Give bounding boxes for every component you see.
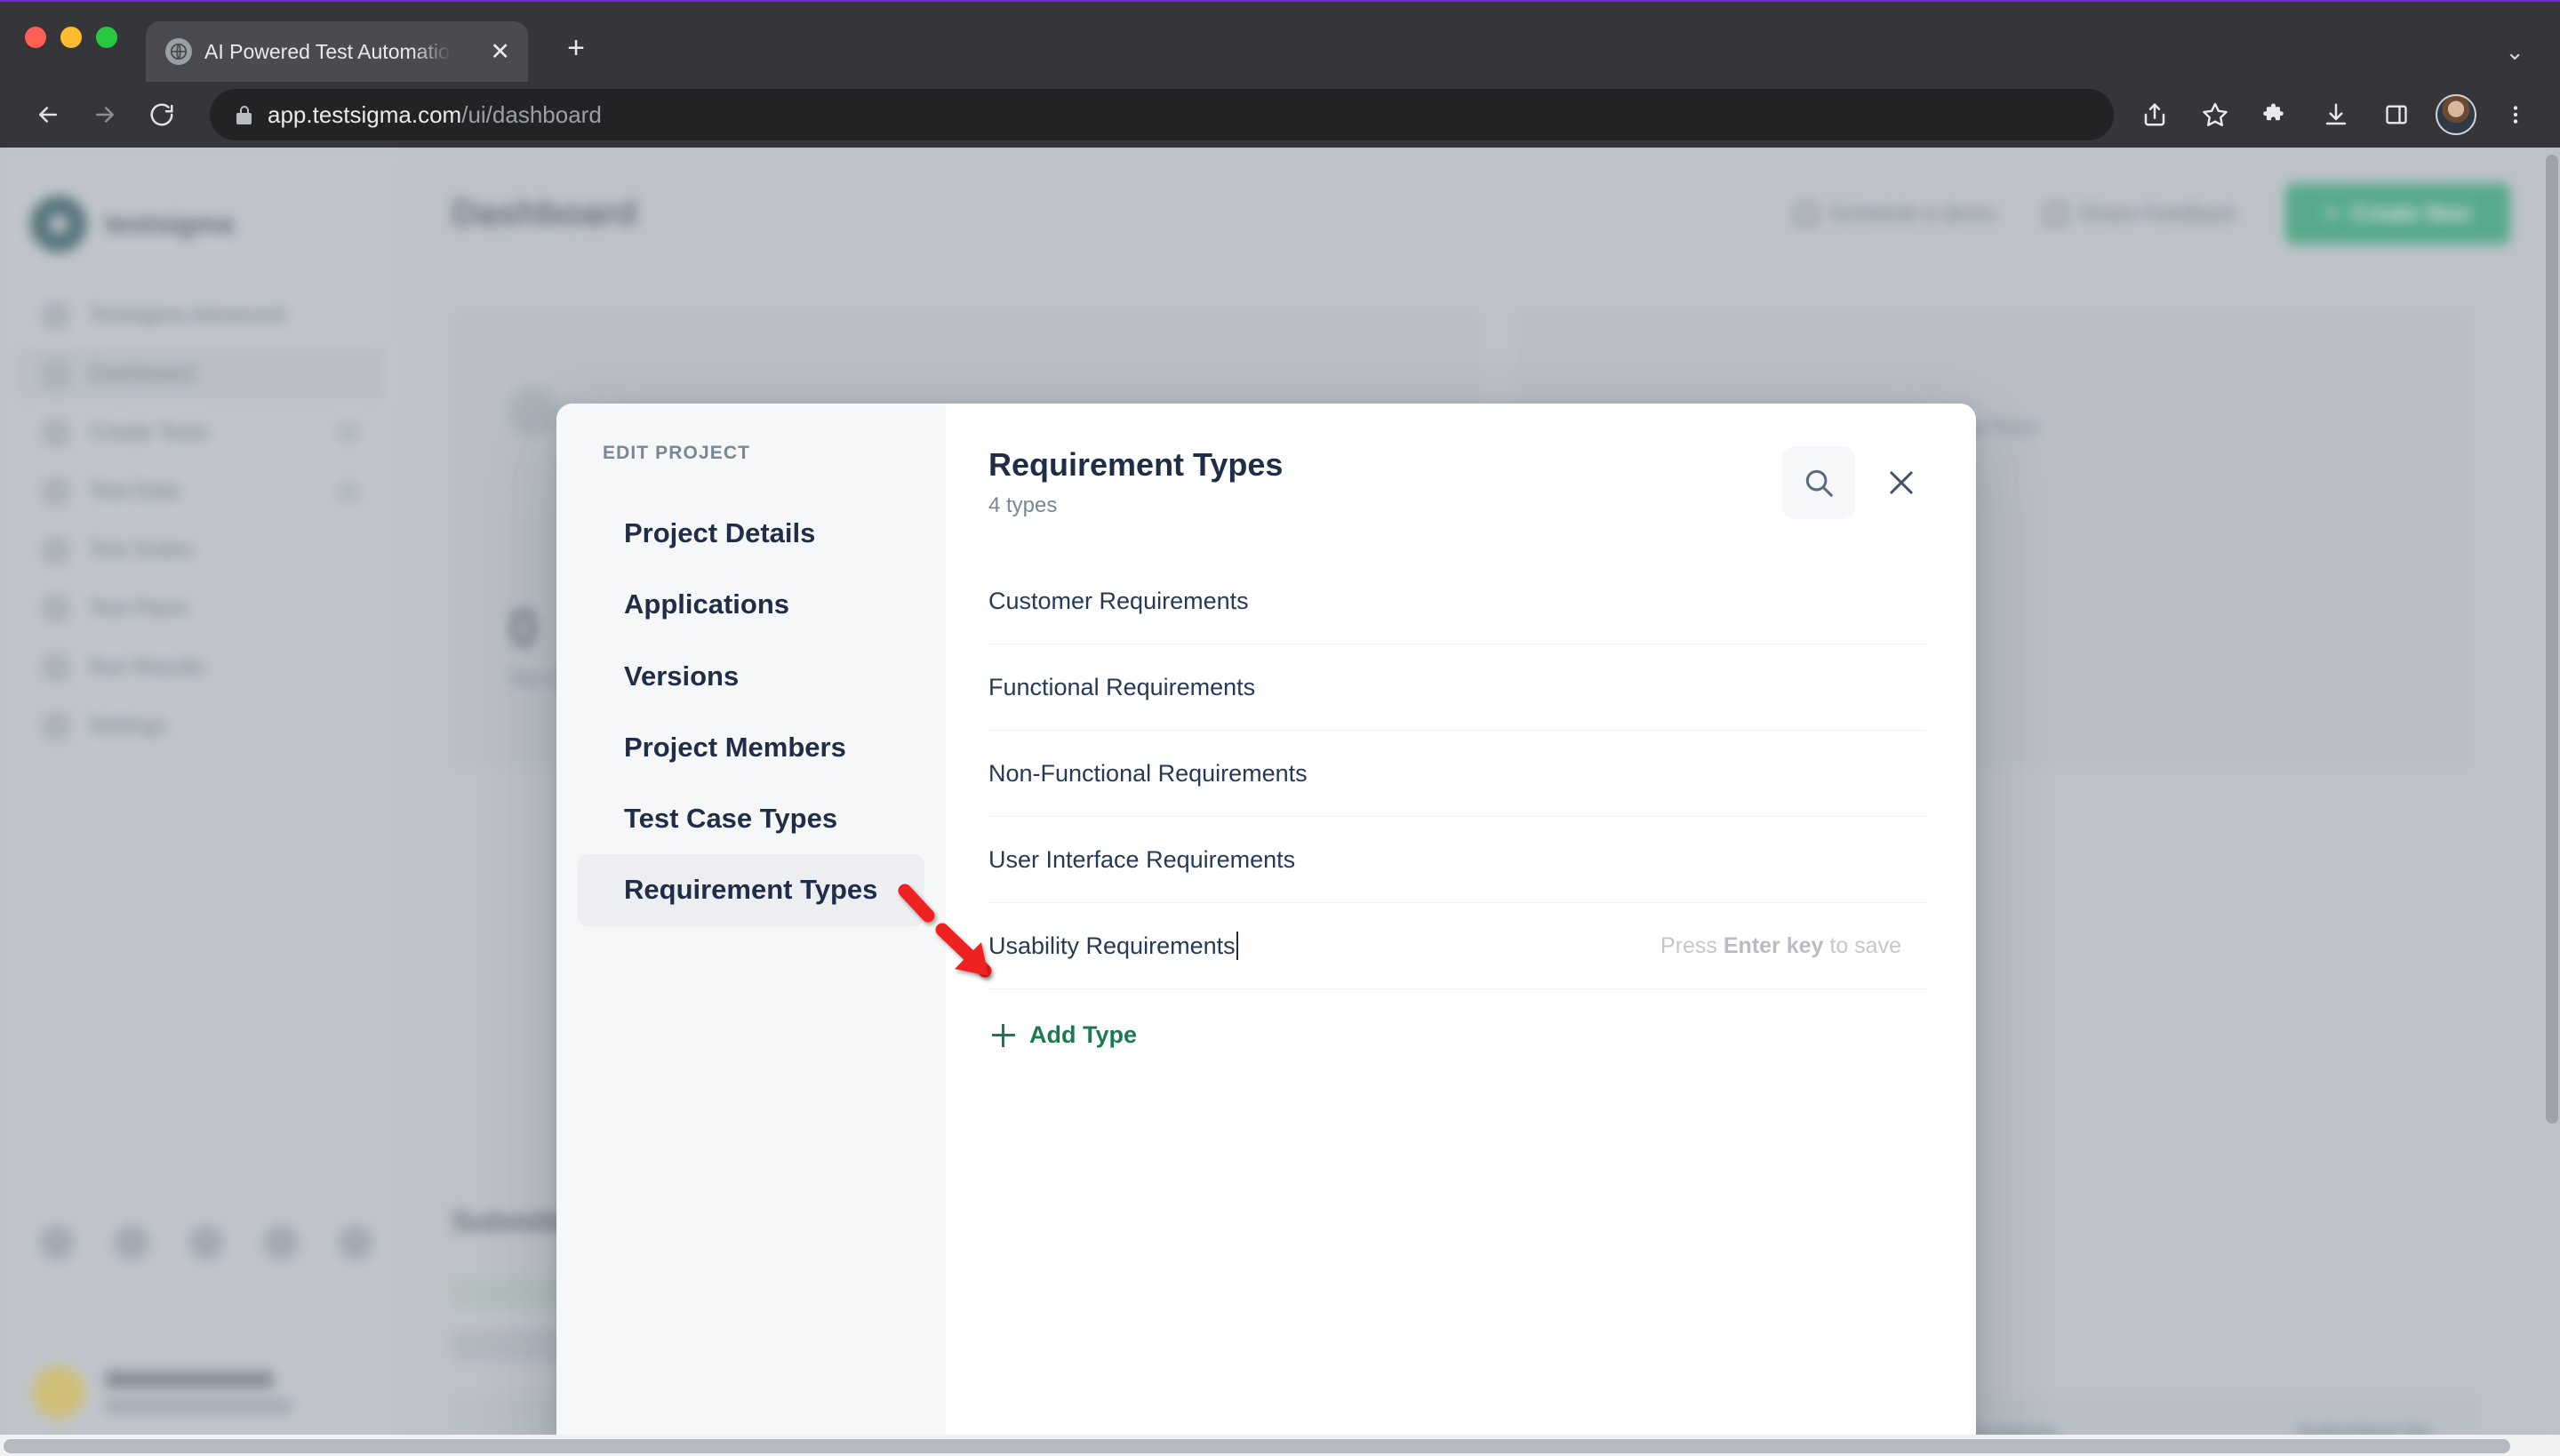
page-viewport: testsigma Testsigma Advanced Dashboard C… bbox=[0, 148, 2560, 1456]
lock-icon bbox=[236, 105, 252, 124]
tab-title: AI Powered Test Automation Pl bbox=[204, 39, 452, 63]
download-icon[interactable] bbox=[2315, 93, 2357, 136]
requirement-type-row[interactable]: Non-Functional Requirements bbox=[988, 731, 1926, 817]
requirement-type-input[interactable]: Usability Requirements bbox=[988, 932, 1236, 960]
kebab-menu-icon[interactable] bbox=[2494, 93, 2537, 136]
toolbar-icons bbox=[2133, 93, 2537, 136]
modal-nav-project-details[interactable]: Project Details bbox=[578, 498, 924, 569]
modal-title: Requirement Types bbox=[988, 446, 1284, 483]
horizontal-scrollbar-track bbox=[0, 1435, 2560, 1456]
modal-nav-requirement-types[interactable]: Requirement Types bbox=[578, 854, 924, 926]
requirement-type-row[interactable]: Functional Requirements bbox=[988, 644, 1926, 731]
horizontal-scrollbar[interactable] bbox=[4, 1439, 2510, 1453]
browser-toolbar: app.testsigma.com/ui/dashboard bbox=[0, 82, 2560, 148]
url-text: app.testsigma.com/ui/dashboard bbox=[268, 101, 602, 129]
window-traffic-lights bbox=[25, 7, 117, 82]
add-type-button[interactable]: Add Type bbox=[988, 989, 1926, 1049]
close-icon[interactable] bbox=[1876, 458, 1926, 508]
modal-subtitle: 4 types bbox=[988, 493, 1058, 517]
modal-nav-versions[interactable]: Versions bbox=[578, 641, 924, 712]
modal-header: Requirement Types 4 types bbox=[988, 446, 1926, 519]
save-hint-suffix: to save bbox=[1823, 932, 1901, 958]
url-host: app.testsigma.com bbox=[268, 100, 462, 128]
save-hint-prefix: Press bbox=[1660, 932, 1724, 958]
new-tab-button[interactable]: + bbox=[558, 30, 594, 66]
modal-body: Requirement Types 4 types Customer Requi… bbox=[946, 404, 1976, 1456]
window-top-strip bbox=[0, 0, 2560, 7]
requirement-type-row[interactable]: User Interface Requirements bbox=[988, 817, 1926, 903]
modal-nav-test-case-types[interactable]: Test Case Types bbox=[578, 783, 924, 854]
profile-avatar[interactable] bbox=[2436, 94, 2476, 135]
url-path: /ui/dashboard bbox=[461, 100, 602, 128]
vertical-scrollbar[interactable] bbox=[2546, 155, 2558, 1124]
maximize-window-button[interactable] bbox=[96, 27, 117, 48]
text-cursor bbox=[1236, 932, 1238, 960]
star-icon[interactable] bbox=[2194, 93, 2236, 136]
plus-icon bbox=[992, 1023, 1015, 1047]
side-panel-icon[interactable] bbox=[2375, 93, 2418, 136]
reload-icon[interactable] bbox=[137, 90, 187, 140]
modal-sidebar-heading: EDIT PROJECT bbox=[603, 443, 751, 463]
arrow-right-icon[interactable] bbox=[80, 90, 130, 140]
requirement-types-list: Customer Requirements Functional Require… bbox=[988, 558, 1926, 989]
edit-project-modal: EDIT PROJECT Project Details Application… bbox=[556, 404, 1976, 1456]
globe-icon bbox=[165, 38, 192, 65]
requirement-type-row-editing[interactable]: Usability Requirements Press Enter key t… bbox=[988, 903, 1926, 989]
browser-tab[interactable]: AI Powered Test Automation Pl ✕ bbox=[146, 21, 528, 82]
browser-window: AI Powered Test Automation Pl ✕ + ⌄ app.… bbox=[0, 0, 2560, 1456]
tab-close-icon[interactable]: ✕ bbox=[490, 39, 510, 64]
modal-nav-project-members[interactable]: Project Members bbox=[578, 712, 924, 783]
close-window-button[interactable] bbox=[25, 27, 46, 48]
extensions-puzzle-icon[interactable] bbox=[2254, 93, 2297, 136]
modal-header-actions bbox=[1782, 446, 1926, 519]
chevron-down-icon[interactable]: ⌄ bbox=[2505, 38, 2524, 66]
add-type-label: Add Type bbox=[1029, 1021, 1137, 1048]
save-hint: Press Enter key to save bbox=[1660, 933, 1926, 959]
requirement-type-name: Customer Requirements bbox=[988, 587, 1249, 614]
minimize-window-button[interactable] bbox=[60, 27, 82, 48]
tab-strip: AI Powered Test Automation Pl ✕ + ⌄ bbox=[0, 7, 2560, 82]
requirement-type-row[interactable]: Customer Requirements bbox=[988, 558, 1926, 644]
arrow-left-icon[interactable] bbox=[23, 90, 73, 140]
requirement-type-name: Non-Functional Requirements bbox=[988, 759, 1308, 787]
modal-nav-applications[interactable]: Applications bbox=[578, 569, 924, 640]
address-bar[interactable]: app.testsigma.com/ui/dashboard bbox=[210, 89, 2114, 140]
requirement-type-name: Functional Requirements bbox=[988, 673, 1256, 700]
requirement-type-name: User Interface Requirements bbox=[988, 845, 1296, 873]
share-icon[interactable] bbox=[2133, 93, 2176, 136]
save-hint-key: Enter key bbox=[1723, 932, 1824, 958]
modal-sidebar: EDIT PROJECT Project Details Application… bbox=[556, 404, 946, 1456]
search-icon[interactable] bbox=[1782, 446, 1855, 519]
